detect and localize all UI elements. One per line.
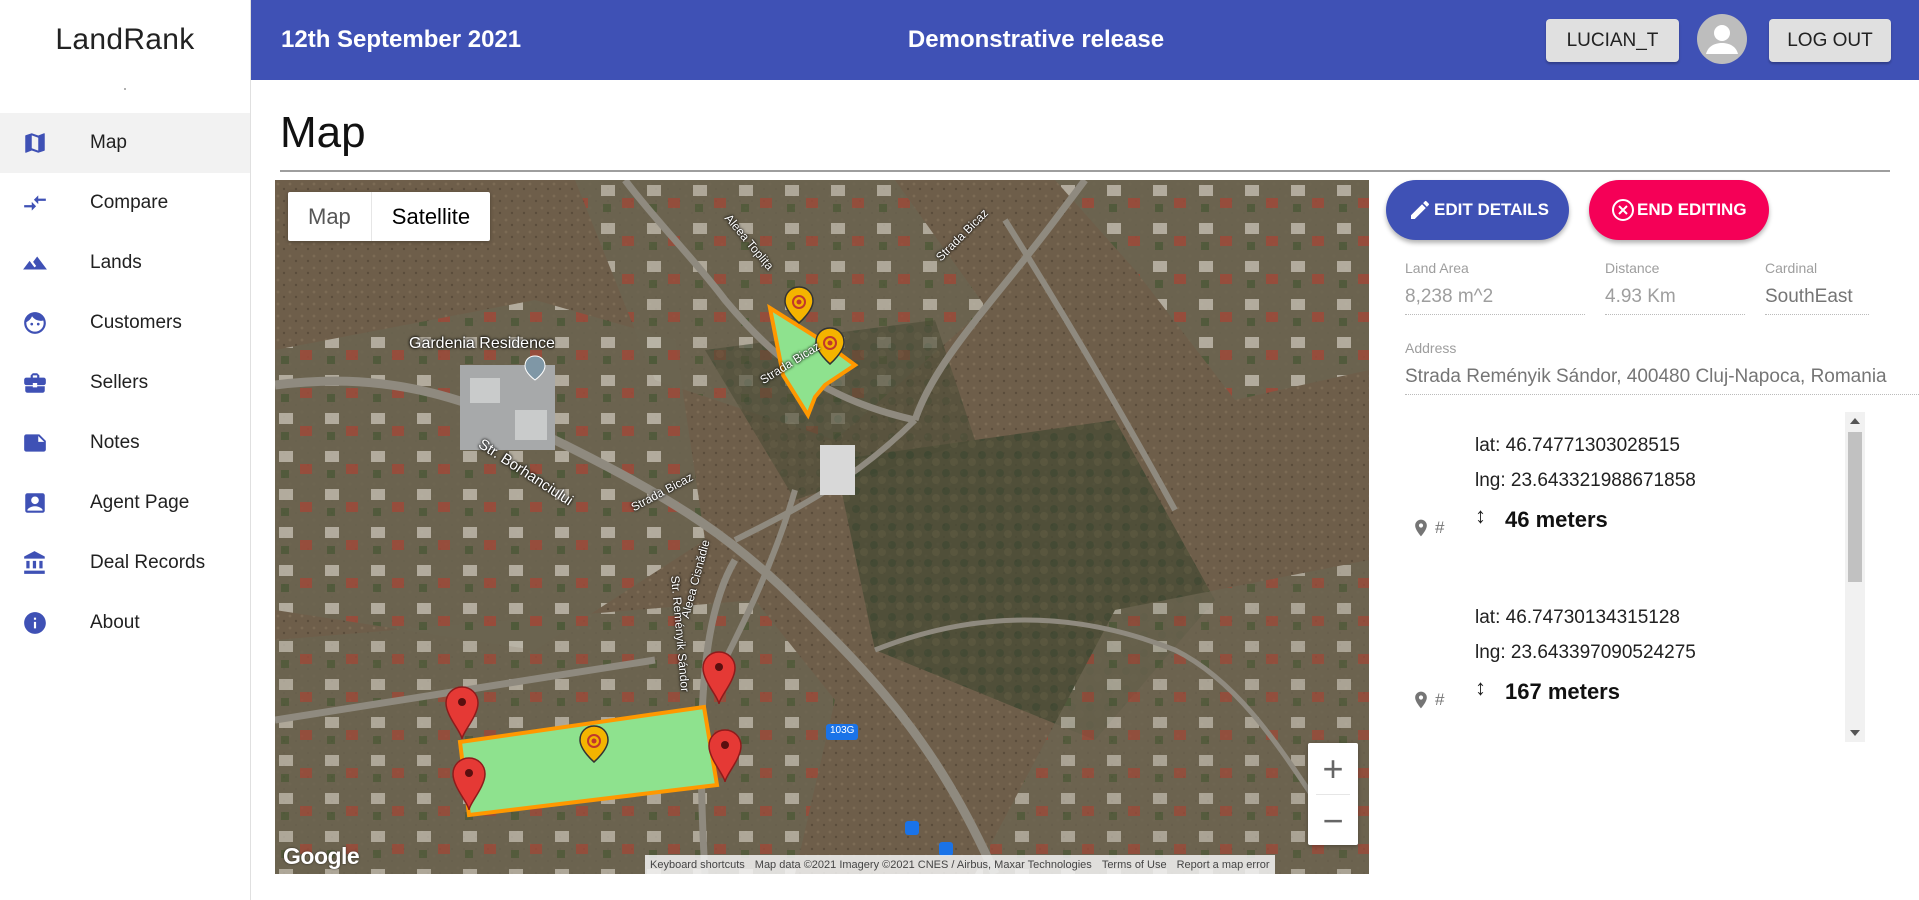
point-hash: # [1435,690,1445,709]
sidebar-item-lands[interactable]: Lands [0,233,250,293]
info-icon [0,610,70,636]
coordinates-scrollbar[interactable] [1845,412,1865,742]
pencil-icon [1411,200,1430,219]
land-area-label: Land Area [1405,260,1469,276]
coordinates-list[interactable]: # lat: 46.74771303028515 lng: 23.6433219… [1403,410,1865,740]
title-divider [280,170,1890,172]
distance-arrow-icon: ↕ [1475,503,1486,528]
latitude-value: lat: 46.74730134315128 [1475,607,1680,628]
distance-value: 4.93 Km [1605,286,1745,315]
note-icon [0,430,70,456]
sidebar-item-label: Deal Records [90,552,206,573]
location-pin-icon [1415,691,1427,709]
sidebar-nav: Map Compare Lands Customers Sellers Note… [0,113,250,653]
divider-dot [124,88,126,90]
sidebar-item-about[interactable]: About [0,593,250,653]
list-item: # lat: 46.74771303028515 lng: 23.6433219… [1403,435,1843,585]
page-title: Map [280,108,366,157]
edit-details-label: EDIT DETAILS [1434,200,1549,219]
sidebar-item-compare[interactable]: Compare [0,173,250,233]
sidebar-item-label: Compare [90,192,169,213]
logout-button[interactable]: LOG OUT [1769,19,1891,62]
scrollbar-thumb[interactable] [1848,432,1862,582]
zoom-in-button[interactable]: + [1308,743,1358,794]
address-field[interactable]: Address Strada Reményik Sándor, 400480 C… [1405,340,1919,395]
map-label-gardenia: Gardenia Residence [409,335,555,352]
map-icon [0,130,70,156]
distance-field[interactable]: Distance 4.93 Km [1605,260,1745,315]
sidebar-item-deal-records[interactable]: Deal Records [0,533,250,593]
map-type-control: Map Satellite [288,192,491,241]
distance-label: Distance [1605,260,1660,276]
map-type-satellite-button[interactable]: Satellite [372,192,490,241]
terms-of-use-link[interactable]: Terms of Use [1102,859,1167,871]
longitude-value: lng: 23.643321988671858 [1475,470,1696,491]
app-logo-text: LandRank [55,23,195,56]
address-label: Address [1405,340,1457,356]
sidebar: LandRank Map Compare Lands Customers Sel… [0,0,251,900]
terrain-icon [0,250,70,276]
badge-icon [0,490,70,516]
land-area-field[interactable]: Land Area 8,238 m^2 [1405,260,1585,315]
distance-meters: 46 meters [1505,507,1608,532]
end-editing-button[interactable]: END EDITING [1589,180,1769,240]
sidebar-item-notes[interactable]: Notes [0,413,250,473]
sidebar-item-label: Agent Page [90,492,190,513]
distance-arrow-icon: ↕ [1475,675,1486,700]
cancel-circle-icon [1612,199,1634,221]
cardinal-value: SouthEast [1765,286,1869,315]
sidebar-item-map[interactable]: Map [0,113,250,173]
address-value: Strada Reményik Sándor, 400480 Cluj-Napo… [1405,366,1919,395]
sidebar-item-label: Lands [90,252,142,273]
sidebar-item-label: Notes [90,432,140,453]
location-pin-icon [1415,519,1427,537]
road-shield-label: 103G [830,725,855,736]
sidebar-item-agent-page[interactable]: Agent Page [0,473,250,533]
map-type-map-button[interactable]: Map [288,192,372,241]
report-map-error-link[interactable]: Report a map error [1177,859,1270,871]
longitude-value: lng: 23.643397090524275 [1475,642,1696,663]
latitude-value: lat: 46.74771303028515 [1475,435,1680,456]
compare-arrows-icon [0,190,70,216]
end-editing-label: END EDITING [1637,200,1747,219]
briefcase-icon [0,370,70,396]
map-view[interactable]: Gardenia Residence Str. Borhanciului Str… [275,180,1369,874]
edit-details-button[interactable]: EDIT DETAILS [1386,180,1569,240]
cardinal-field[interactable]: Cardinal SouthEast [1765,260,1869,315]
sidebar-item-sellers[interactable]: Sellers [0,353,250,413]
top-app-bar: Demonstrative release 12th September 202… [251,0,1919,80]
zoom-out-button[interactable]: − [1308,795,1358,846]
bank-icon [0,550,70,576]
sidebar-item-label: About [90,612,140,633]
point-hash: # [1435,518,1445,537]
zoom-control: + − [1308,743,1358,845]
map-attribution: Keyboard shortcuts Map data ©2021 Imager… [645,855,1275,874]
sidebar-item-label: Customers [90,312,182,333]
land-area-value: 8,238 m^2 [1405,286,1585,315]
avatar[interactable] [1697,14,1747,64]
map-data-text: Map data ©2021 Imagery ©2021 CNES / Airb… [754,858,1092,871]
user-button[interactable]: LUCIAN_T [1546,19,1679,62]
google-logo: Google [283,843,360,869]
person-icon [1706,25,1738,54]
list-item: # lat: 46.74730134315128 lng: 23.6433970… [1403,607,1843,740]
scroll-up-arrow-icon[interactable] [1850,418,1860,424]
sidebar-item-label: Sellers [90,372,149,393]
sidebar-item-label: Map [90,132,127,153]
sidebar-item-customers[interactable]: Customers [0,293,250,353]
satellite-imagery [275,180,1369,874]
keyboard-shortcuts-link[interactable]: Keyboard shortcuts [650,859,745,871]
face-icon [0,310,70,336]
distance-meters: 167 meters [1505,679,1620,704]
cardinal-label: Cardinal [1765,260,1818,276]
scroll-down-arrow-icon[interactable] [1850,730,1860,736]
current-date: 12th September 2021 [281,26,522,53]
